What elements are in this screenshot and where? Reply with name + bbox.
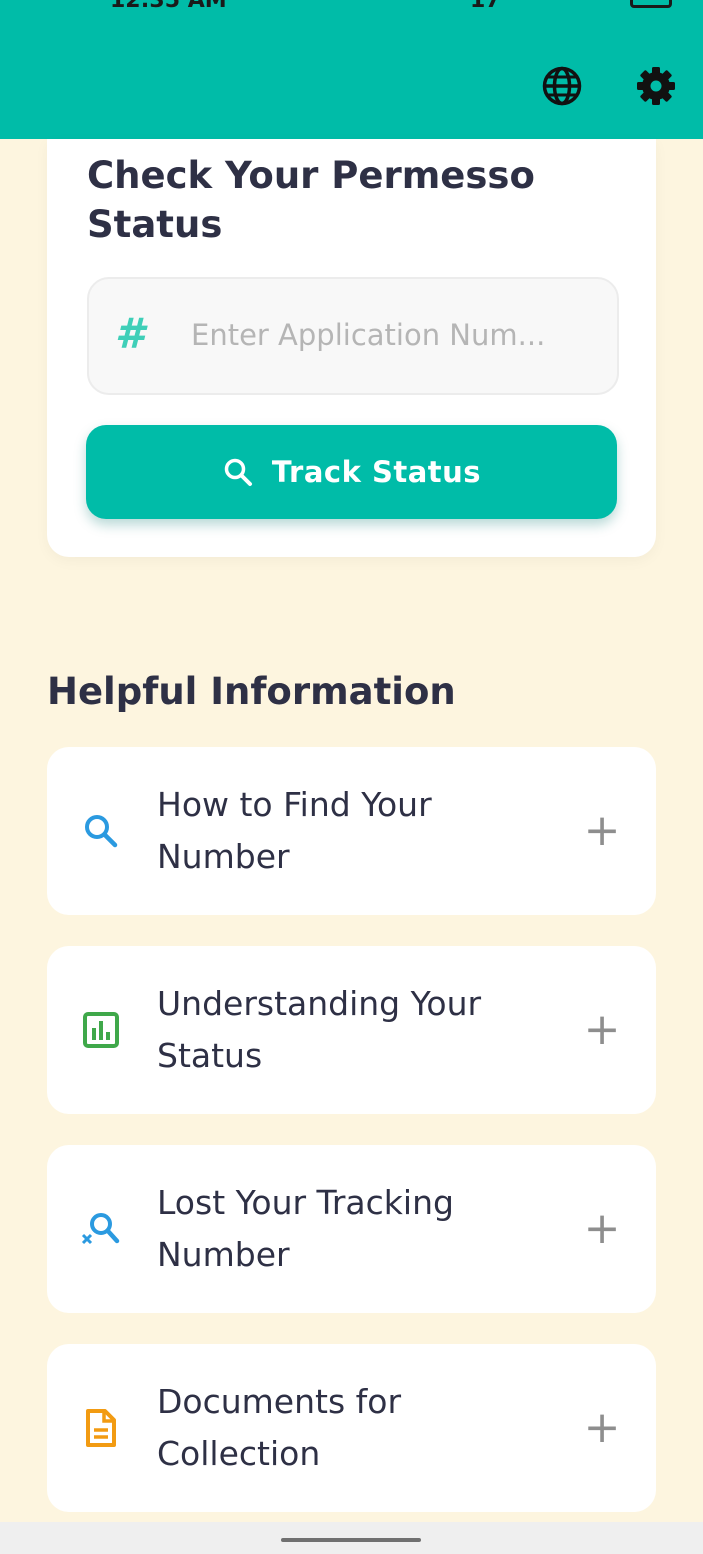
status-bar: 12:35 AM 17	[0, 0, 703, 14]
info-item-lost-tracking-number[interactable]: Lost Your Tracking Number +	[47, 1145, 656, 1313]
system-nav-bar	[0, 1522, 703, 1554]
plus-icon[interactable]: +	[582, 1404, 622, 1452]
helpful-information-title: Helpful Information	[47, 670, 456, 713]
search-icon	[222, 456, 254, 488]
search-icon	[81, 811, 121, 851]
plus-icon[interactable]: +	[582, 807, 622, 855]
battery-icon	[630, 0, 672, 8]
app-header	[0, 14, 703, 139]
hash-icon: #	[115, 309, 145, 358]
plus-icon[interactable]: +	[582, 1205, 622, 1253]
language-button[interactable]	[540, 64, 584, 108]
status-network-speed: 17	[470, 0, 501, 13]
info-item-label: Documents for Collection	[157, 1382, 402, 1473]
info-item-label: Understanding Your Status	[157, 984, 482, 1075]
info-item-documents-collection[interactable]: Documents for Collection +	[47, 1344, 656, 1512]
globe-icon	[542, 66, 582, 106]
application-number-field[interactable]: #	[87, 277, 619, 395]
track-status-label: Track Status	[271, 455, 482, 489]
status-check-card: Check Your Permesso Status # Track Statu…	[47, 139, 656, 557]
application-number-input[interactable]	[189, 303, 593, 367]
track-status-button[interactable]: Track Status	[86, 425, 617, 519]
info-item-understanding-status[interactable]: Understanding Your Status +	[47, 946, 656, 1114]
search-off-icon	[81, 1209, 121, 1249]
info-item-find-number[interactable]: How to Find Your Number +	[47, 747, 656, 915]
card-title: Check Your Permesso Status	[87, 154, 535, 246]
plus-icon[interactable]: +	[582, 1006, 622, 1054]
home-indicator[interactable]	[281, 1538, 421, 1542]
status-time: 12:35 AM	[110, 0, 227, 13]
settings-button[interactable]	[634, 64, 678, 108]
bar-chart-icon	[81, 1010, 121, 1050]
info-item-label: How to Find Your Number	[157, 785, 432, 876]
gear-icon	[637, 67, 675, 105]
info-item-label: Lost Your Tracking Number	[157, 1183, 454, 1274]
document-icon	[81, 1408, 121, 1448]
